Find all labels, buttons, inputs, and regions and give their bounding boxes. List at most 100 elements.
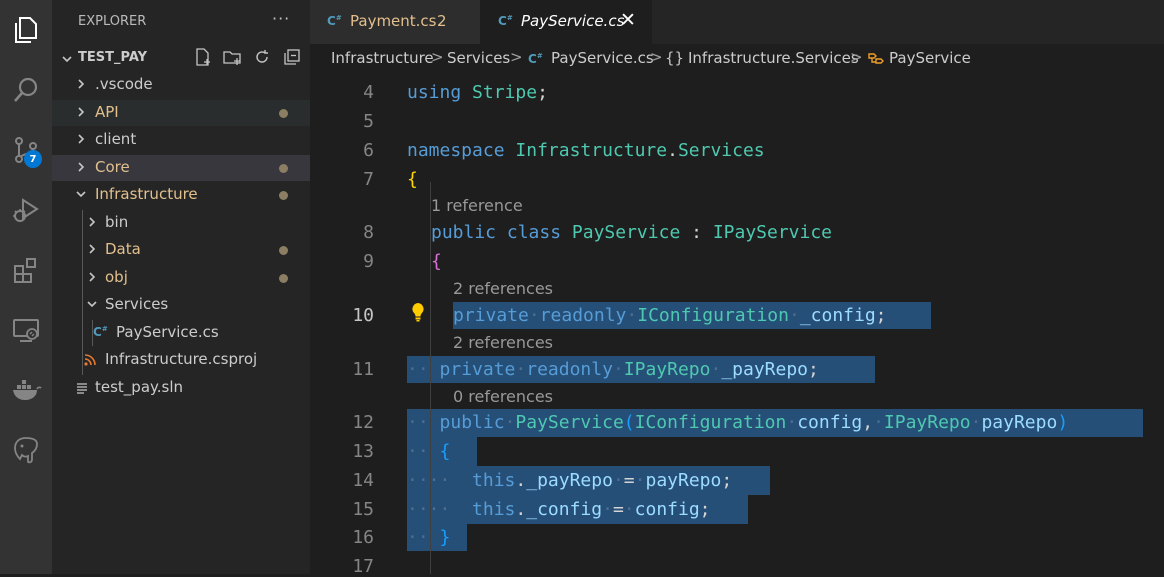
tree-item-label: Data (105, 240, 141, 258)
code-lens-references[interactable]: 2 references (453, 333, 553, 352)
tree-item-label: Infrastructure (95, 185, 198, 203)
run-debug-icon[interactable] (0, 184, 52, 236)
code-lens-references[interactable]: 2 references (453, 279, 553, 298)
line-number: 15 (352, 499, 374, 520)
breadcrumb-item[interactable]: Infrastructure (331, 49, 434, 67)
code-line: ·· public·PayService(IConfiguration·conf… (407, 412, 1069, 433)
tab-problem-count: 2 (437, 12, 447, 30)
source-control-icon[interactable] (0, 124, 52, 176)
rss-file-icon (84, 354, 96, 366)
extensions-icon[interactable] (0, 244, 52, 296)
tree-item-label: PayService.cs (116, 323, 219, 341)
code-line: namespace Infrastructure.Services (407, 140, 765, 161)
code-line: ···· this._config·=·config; (407, 499, 711, 520)
modified-dot (279, 164, 288, 173)
breadcrumb-item[interactable]: Services (447, 49, 510, 67)
csharp-file-icon: C# (327, 14, 342, 28)
tree-item-label: API (95, 103, 119, 121)
breadcrumb-separator: > (510, 48, 523, 66)
code-line: private·readonly·IConfiguration·_config; (453, 305, 887, 326)
breadcrumb-item[interactable]: Infrastructure.Services (688, 49, 859, 67)
tree-item-payservice-cs[interactable]: C# PayService.cs (52, 320, 310, 346)
lightbulb-icon[interactable] (410, 301, 426, 323)
tree-item-label: Core (95, 158, 130, 176)
modified-dot (279, 274, 288, 283)
tree-item-data[interactable]: Data (52, 237, 310, 263)
tree-item-label: test_pay.sln (95, 378, 184, 396)
code-line: using Stripe; (407, 82, 548, 103)
line-number: 13 (352, 441, 374, 462)
close-tab-icon[interactable]: ✕ (620, 9, 636, 31)
remote-explorer-icon[interactable] (0, 304, 52, 356)
tree-item-infrastructure[interactable]: Infrastructure (52, 182, 310, 208)
tree-item-label: Services (105, 295, 169, 313)
more-actions-icon[interactable]: ··· (272, 9, 290, 28)
modified-dot (279, 246, 288, 255)
tree-item-sln[interactable]: test_pay.sln (52, 375, 310, 401)
new-file-icon[interactable] (193, 47, 213, 67)
tree-item-obj[interactable]: obj (52, 265, 310, 291)
code-editor[interactable]: 4 5 6 7 8 9 10 11 12 13 14 15 16 17 usin… (310, 72, 1164, 577)
activity-bar: 7 (0, 0, 52, 574)
source-control-badge: 7 (24, 150, 42, 168)
breadcrumb-item[interactable]: PayService.cs (551, 49, 654, 67)
line-number: 5 (363, 111, 374, 132)
breadcrumb-separator: > (431, 48, 444, 66)
tree-item-bin[interactable]: bin (52, 210, 310, 236)
explorer-files-icon[interactable] (0, 4, 52, 56)
new-folder-icon[interactable] (222, 47, 242, 67)
breadcrumb-item[interactable]: PayService (889, 49, 971, 67)
line-number: 8 (363, 222, 374, 243)
line-number: 14 (352, 470, 374, 491)
tab-payservice-cs[interactable]: C# PayService.cs ✕ (480, 0, 652, 44)
code-line: ···· this._payRepo·=·payRepo; (407, 470, 733, 491)
tree-item-vscode[interactable]: .vscode (52, 72, 310, 98)
line-number: 7 (363, 169, 374, 190)
chevron-down-icon (62, 56, 72, 63)
chevron-down-icon (76, 191, 86, 198)
refresh-icon[interactable] (252, 47, 272, 67)
code-lens-references[interactable]: 1 reference (431, 196, 523, 215)
line-number: 6 (363, 140, 374, 161)
namespace-icon: {} (665, 49, 685, 67)
code-lens-references[interactable]: 0 references (453, 387, 553, 406)
line-number: 11 (352, 359, 374, 380)
collapse-all-icon[interactable] (282, 47, 302, 67)
line-number: 12 (352, 412, 374, 433)
chevron-down-icon (87, 301, 97, 308)
chevron-right-icon (78, 134, 85, 144)
tree-item-label: client (95, 130, 137, 148)
postgresql-icon[interactable] (0, 424, 52, 476)
line-number: 10 (352, 305, 374, 326)
breadcrumb: Infrastructure > Services > C# PayServic… (310, 44, 1164, 72)
code-line: ·· } (407, 527, 451, 548)
code-line: { (431, 251, 442, 272)
tree-item-label: obj (105, 268, 128, 286)
breadcrumb-separator: > (850, 48, 863, 66)
chevron-right-icon (78, 107, 85, 117)
tree-item-api[interactable]: API (52, 100, 310, 126)
docker-icon[interactable] (0, 364, 52, 416)
code-line: ·· { (407, 441, 451, 462)
chevron-right-icon (89, 272, 96, 282)
search-icon[interactable] (0, 64, 52, 116)
code-line: public class PayService : IPayService (431, 222, 833, 243)
lines-file-icon (77, 383, 87, 394)
tree-item-client[interactable]: client (52, 127, 310, 153)
chevron-right-icon (89, 244, 96, 254)
tree-item-csproj[interactable]: Infrastructure.csproj (52, 347, 310, 373)
chevron-right-icon (78, 79, 85, 89)
modified-dot (279, 191, 288, 200)
tree-item-label: bin (105, 213, 129, 231)
tree-item-core[interactable]: Core (52, 155, 310, 181)
code-line: { (407, 169, 418, 190)
modified-dot (279, 109, 288, 118)
tab-payment-cs[interactable]: C# Payment.cs 2 (310, 0, 480, 44)
tree-item-label: .vscode (95, 75, 153, 93)
explorer-sidebar: EXPLORER ··· TEST_PAY .vscode API client… (52, 0, 310, 574)
tab-label: PayService.cs (521, 12, 625, 30)
tree-item-services[interactable]: Services (52, 292, 310, 318)
editor-tabs: C# Payment.cs 2 C# PayService.cs ✕ (310, 0, 1164, 44)
csharp-file-icon: C# (93, 325, 108, 339)
tree-item-label: Infrastructure.csproj (105, 350, 258, 368)
